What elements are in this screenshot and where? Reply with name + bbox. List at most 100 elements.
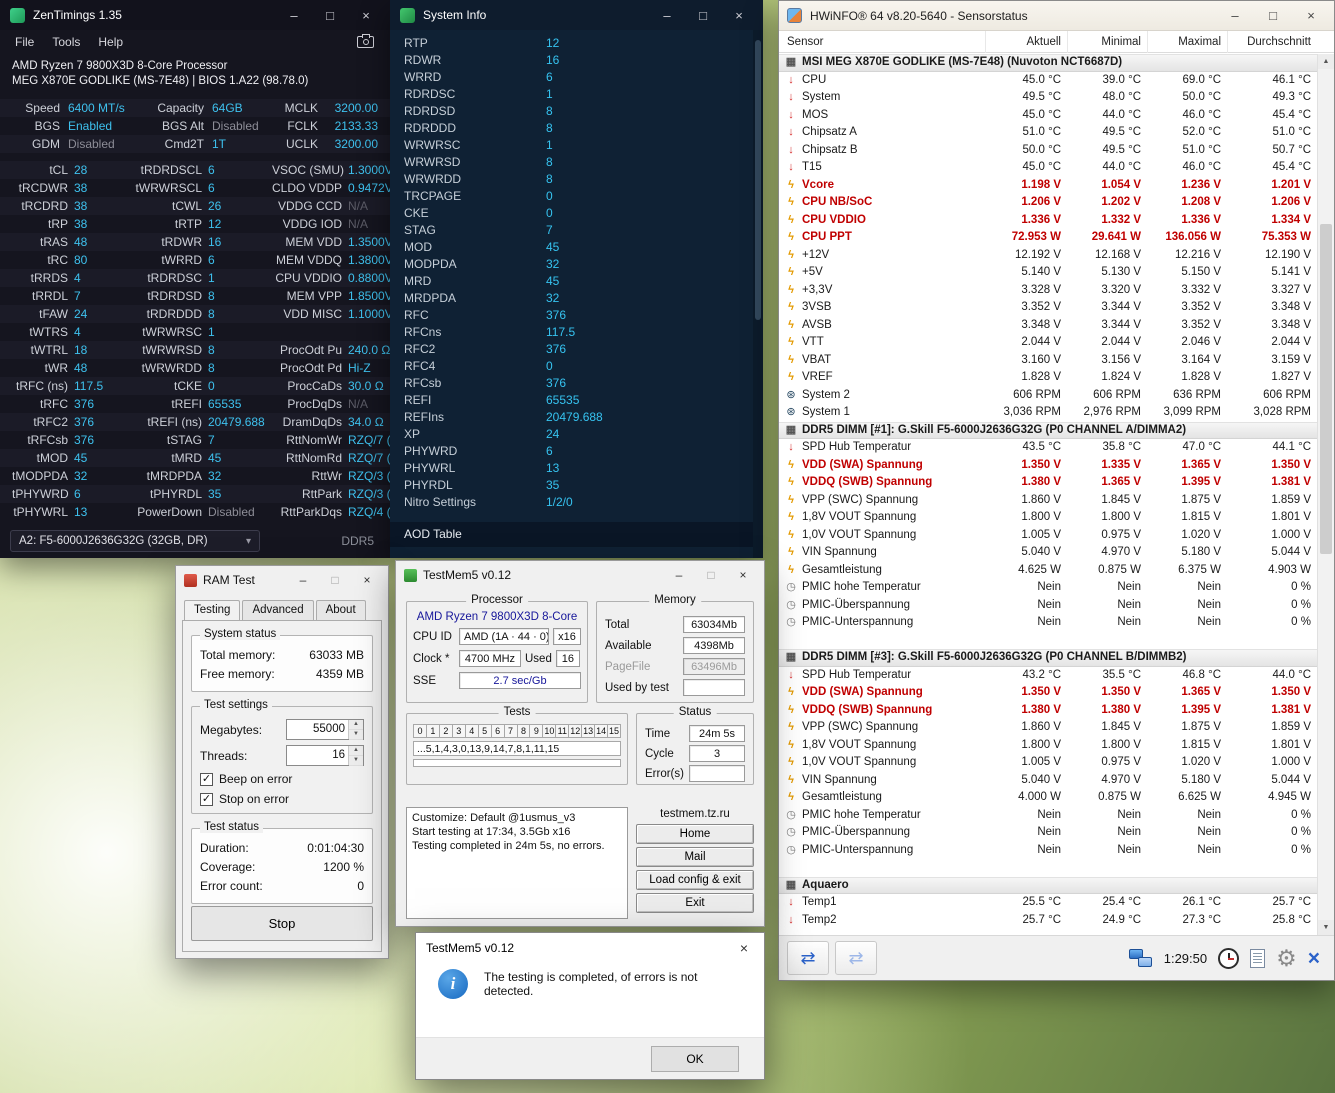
sensor-row[interactable]: ϟ 1,0V VOUT Spannung 1.005 V 0.975 V 1.0… (779, 527, 1317, 545)
close-icon[interactable]: × (354, 573, 380, 587)
sensor-row[interactable]: ▦ DDR5 DIMM [#1]: G.Skill F5-6000J2636G3… (779, 421, 1317, 439)
stepper-buttons[interactable]: ▲ ▼ (348, 720, 363, 740)
sensor-row[interactable]: ⊛ System 1 3,036 RPM 2,976 RPM 3,099 RPM… (779, 404, 1317, 422)
menu-item[interactable]: Help (89, 33, 132, 51)
checkbox[interactable]: ✓ Stop on error (200, 792, 364, 806)
action-button[interactable]: Mail (636, 847, 754, 867)
sensor-row[interactable]: ◷ PMIC-Überspannung Nein Nein Nein 0 % (779, 824, 1317, 842)
sensor-row[interactable]: ϟ +5V 5.140 V 5.130 V 5.150 V 5.141 V (779, 264, 1317, 282)
sensor-row[interactable]: ϟ +12V 12.192 V 12.168 V 12.216 V 12.190… (779, 247, 1317, 265)
testmem5-titlebar[interactable]: TestMem5 v0.12 – □ × (396, 561, 764, 589)
threads-stepper[interactable]: 16 ▲ ▼ (286, 745, 364, 766)
sensor-row[interactable]: ↓ Temp2 25.7 °C 24.9 °C 27.3 °C 25.8 °C (779, 912, 1317, 930)
sensor-row[interactable]: ϟ VREF 1.828 V 1.824 V 1.828 V 1.827 V (779, 369, 1317, 387)
sensor-row[interactable]: ϟ +3,3V 3.328 V 3.320 V 3.332 V 3.327 V (779, 282, 1317, 300)
scrollbar-thumb[interactable] (1320, 224, 1332, 554)
log-box[interactable]: Customize: Default @1usmus_v3 Start testi… (406, 807, 628, 919)
minimize-icon[interactable]: – (666, 568, 692, 582)
sensor-row[interactable]: ◷ PMIC-Unterspannung Nein Nein Nein 0 % (779, 614, 1317, 632)
stepper-buttons[interactable]: ▲ ▼ (348, 746, 363, 766)
spin-up-icon[interactable]: ▲ (349, 720, 363, 730)
sensor-row[interactable]: ϟ CPU PPT 72.953 W 29.641 W 136.056 W 75… (779, 229, 1317, 247)
minimize-icon[interactable]: – (653, 8, 681, 23)
sensor-row[interactable]: ϟ VPP (SWC) Spannung 1.860 V 1.845 V 1.8… (779, 492, 1317, 510)
column-header-maximum[interactable]: Maximal (1147, 31, 1227, 53)
tab[interactable]: About (315, 600, 366, 620)
scrollbar-thumb[interactable] (755, 40, 761, 320)
close-icon[interactable]: × (730, 568, 756, 582)
sensor-row[interactable]: ▦ MSI MEG X870E GODLIKE (MS-7E48) (Nuvot… (779, 54, 1317, 72)
sensor-row[interactable]: ϟ 1,0V VOUT Spannung 1.005 V 0.975 V 1.0… (779, 754, 1317, 772)
sensor-row[interactable]: ↓ MOS 45.0 °C 44.0 °C 46.0 °C 45.4 °C (779, 107, 1317, 125)
sensor-row[interactable]: ϟ Gesamtleistung 4.625 W 0.875 W 6.375 W… (779, 562, 1317, 580)
sensor-row[interactable]: ϟ AVSB 3.348 V 3.344 V 3.352 V 3.348 V (779, 317, 1317, 335)
sensor-row[interactable]: ϟ CPU VDDIO 1.336 V 1.332 V 1.336 V 1.33… (779, 212, 1317, 230)
megabytes-stepper[interactable]: 55000 ▲ ▼ (286, 719, 364, 740)
dialog-titlebar[interactable]: TestMem5 v0.12 × (416, 933, 764, 963)
close-icon[interactable]: × (724, 940, 764, 956)
hwinfo-titlebar[interactable]: HWiNFO® 64 v8.20-5640 - Sensorstatus – □… (779, 1, 1334, 31)
column-header-sensor[interactable]: Sensor (779, 31, 985, 53)
clock-icon[interactable] (1218, 947, 1240, 969)
sensor-row[interactable]: ϟ 1,8V VOUT Spannung 1.800 V 1.800 V 1.8… (779, 509, 1317, 527)
sensor-row[interactable]: ▦ Aquaero (779, 876, 1317, 894)
maximize-icon[interactable]: □ (689, 8, 717, 23)
menu-item[interactable]: Tools (43, 33, 89, 51)
sensor-row[interactable]: ϟ VBAT 3.160 V 3.156 V 3.164 V 3.159 V (779, 352, 1317, 370)
sensor-row[interactable]: ▦ DDR5 DIMM [#3]: G.Skill F5-6000J2636G3… (779, 649, 1317, 667)
tab[interactable]: Testing (184, 600, 241, 620)
action-button[interactable]: Load config & exit (636, 870, 754, 890)
sensor-row[interactable]: ↓ SPD Hub Temperatur 43.5 °C 35.8 °C 47.… (779, 439, 1317, 457)
megabytes-value[interactable]: 55000 (287, 720, 348, 739)
sensor-row[interactable]: ϟ Gesamtleistung 4.000 W 0.875 W 6.625 W… (779, 789, 1317, 807)
column-header-average[interactable]: Durchschnitt (1227, 31, 1317, 53)
sensor-row[interactable]: ↓ System 49.5 °C 48.0 °C 50.0 °C 49.3 °C (779, 89, 1317, 107)
maximize-icon[interactable]: □ (1258, 8, 1288, 23)
sensor-row[interactable]: ◷ PMIC hohe Temperatur Nein Nein Nein 0 … (779, 807, 1317, 825)
swap-rows-button[interactable]: ⇄ (835, 941, 877, 975)
column-header-minimum[interactable]: Minimal (1067, 31, 1147, 53)
sensor-row[interactable]: ϟ 1,8V VOUT Spannung 1.800 V 1.800 V 1.8… (779, 737, 1317, 755)
checkbox-check-icon[interactable]: ✓ (200, 792, 213, 806)
sensor-row[interactable]: ◷ PMIC-Unterspannung Nein Nein Nein 0 % (779, 842, 1317, 860)
sensor-row[interactable]: ϟ CPU NB/SoC 1.206 V 1.202 V 1.208 V 1.2… (779, 194, 1317, 212)
scrollbar[interactable]: ▲ ▼ (1317, 54, 1334, 935)
action-button[interactable]: Home (636, 824, 754, 844)
checkbox-check-icon[interactable]: ✓ (200, 772, 213, 786)
sensor-row[interactable]: ϟ VDD (SWA) Spannung 1.350 V 1.335 V 1.3… (779, 457, 1317, 475)
sensor-row[interactable]: ϟ VIN Spannung 5.040 V 4.970 V 5.180 V 5… (779, 544, 1317, 562)
minimize-icon[interactable]: – (280, 8, 308, 23)
threads-value[interactable]: 16 (287, 746, 348, 765)
sensor-row[interactable]: ↓ Chipsatz A 51.0 °C 49.5 °C 52.0 °C 51.… (779, 124, 1317, 142)
sensor-row[interactable]: ◷ PMIC-Überspannung Nein Nein Nein 0 % (779, 597, 1317, 615)
close-icon[interactable]: × (1296, 8, 1326, 23)
aod-table-header[interactable]: AOD Table (390, 522, 753, 547)
close-icon[interactable]: × (725, 8, 753, 23)
sensor-row[interactable] (779, 859, 1317, 877)
spin-down-icon[interactable]: ▼ (349, 756, 363, 766)
ok-button[interactable]: OK (651, 1045, 739, 1072)
swap-columns-button[interactable]: ⇄ (787, 941, 829, 975)
remote-monitoring-icon[interactable] (1128, 948, 1153, 968)
sensor-row[interactable]: ϟ Vcore 1.198 V 1.054 V 1.236 V 1.201 V (779, 177, 1317, 195)
sensor-row[interactable]: ϟ VTT 2.044 V 2.044 V 2.046 V 2.044 V (779, 334, 1317, 352)
sensor-row[interactable]: ϟ 3VSB 3.352 V 3.344 V 3.352 V 3.348 V (779, 299, 1317, 317)
close-icon[interactable]: × (352, 8, 380, 23)
sensor-row[interactable] (779, 632, 1317, 650)
minimize-icon[interactable]: – (1220, 8, 1250, 23)
maximize-icon[interactable]: □ (316, 8, 344, 23)
spin-down-icon[interactable]: ▼ (349, 730, 363, 740)
system-info-titlebar[interactable]: System Info – □ × (390, 0, 763, 30)
checkbox[interactable]: ✓ Beep on error (200, 772, 364, 786)
scroll-down-icon[interactable]: ▼ (1318, 920, 1334, 935)
sensor-row[interactable]: ϟ VPP (SWC) Spannung 1.860 V 1.845 V 1.8… (779, 719, 1317, 737)
maximize-icon[interactable]: □ (322, 573, 348, 587)
screenshot-camera-icon[interactable] (357, 34, 374, 48)
report-icon[interactable] (1250, 948, 1266, 968)
stop-button[interactable]: Stop (191, 906, 373, 941)
sensor-row[interactable]: ϟ VDD (SWA) Spannung 1.350 V 1.350 V 1.3… (779, 684, 1317, 702)
dimm-select[interactable]: A2: F5-6000J2636G32G (32GB, DR) ▾ (10, 530, 260, 552)
tab[interactable]: Advanced (242, 600, 314, 620)
sensor-row[interactable]: ⊛ System 2 606 RPM 606 RPM 636 RPM 606 R… (779, 387, 1317, 405)
menu-item[interactable]: File (6, 33, 43, 51)
